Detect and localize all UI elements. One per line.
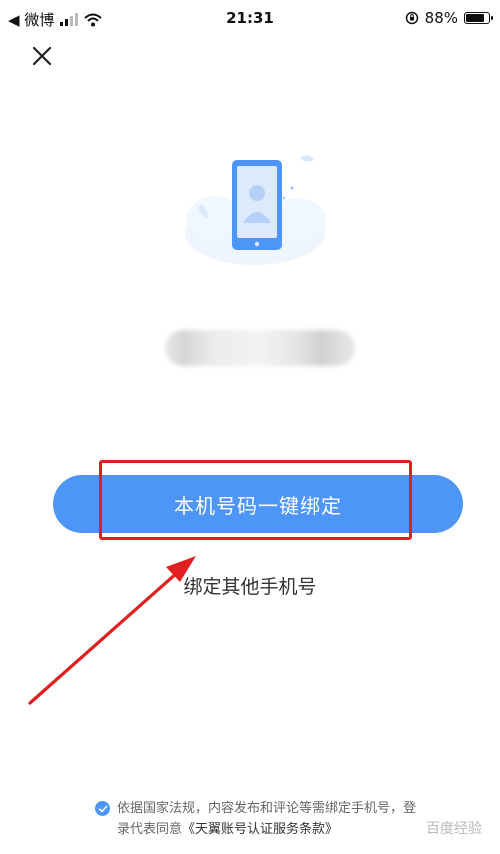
one-tap-bind-button[interactable]: 本机号码一键绑定 <box>53 475 463 533</box>
agreement-text: 依据国家法规，内容发布和评论等需绑定手机号，登录代表同意《天翼账号认证服务条款》 <box>117 798 425 840</box>
battery-percent: 88% <box>424 9 458 27</box>
phone-user-icon <box>185 155 326 265</box>
close-icon[interactable] <box>28 42 56 70</box>
bind-other-phone-link[interactable]: 绑定其他手机号 <box>0 572 500 599</box>
battery-icon <box>464 12 493 24</box>
terms-link[interactable]: 《天翼账号认证服务条款》 <box>182 822 338 837</box>
status-right: 88% <box>405 9 493 27</box>
checkmark-icon <box>98 805 107 812</box>
agreement-checkbox[interactable] <box>95 801 110 816</box>
annotation-arrow <box>28 556 196 705</box>
masked-phone-number <box>165 330 355 366</box>
watermark: 百度经验 <box>426 821 482 837</box>
orientation-lock-icon <box>405 11 418 25</box>
agreement: 依据国家法规，内容发布和评论等需绑定手机号，登录代表同意《天翼账号认证服务条款》 <box>95 798 425 840</box>
status-bar: ◀ 微博 21:31 88% <box>0 0 500 36</box>
battery-fill <box>466 14 484 22</box>
